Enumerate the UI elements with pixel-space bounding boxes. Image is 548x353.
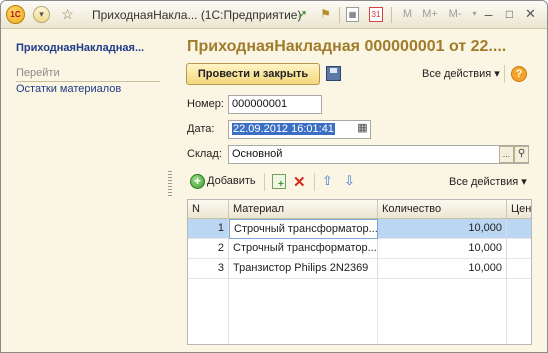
row-price[interactable] [507,259,531,279]
date-value: 22.09.2012 16:01:41 [232,123,335,135]
toolbar-separator [504,65,505,83]
row-quantity[interactable]: 10,000 [378,259,507,279]
materials-table[interactable]: N Материал Количество Цен 1 Строчный тра… [187,199,532,345]
number-label: Номер: [187,98,224,110]
memory-plus-button[interactable]: M+ [419,6,441,23]
move-up-icon[interactable]: ⇧ [322,173,333,189]
1c-logo-icon[interactable]: 1С [6,5,25,24]
add-button[interactable]: Добавить [207,175,256,187]
column-divider [228,279,229,344]
row-price[interactable] [507,219,531,239]
table-row[interactable]: 1 Строчный трансформатор... 10,000 [188,219,531,239]
column-header-price[interactable]: Цен [507,200,531,219]
warehouse-field[interactable]: Основной [228,145,529,164]
star-favorite-icon[interactable]: ☆ [59,6,76,23]
row-price[interactable] [507,239,531,259]
move-down-icon[interactable]: ⇩ [344,173,355,189]
row-material[interactable]: Строчный трансформатор... [229,239,378,259]
title-bar: 1С ▾ ☆ ПриходнаяНакла... (1С:Предприятие… [1,1,547,29]
row-number: 3 [188,259,229,279]
navigation-panel: ПриходнаяНакладная... Перейти Остатки ма… [1,29,166,352]
link-icon[interactable]: ➚ [294,6,311,23]
table-header: N Материал Количество Цен [188,200,531,219]
dropdown-menu-icon[interactable]: ▾ [33,6,50,23]
search-icon[interactable]: ⚲ [514,146,529,163]
delete-icon[interactable]: ✕ [293,173,306,191]
column-divider [506,279,507,344]
row-material[interactable]: Транзистор Philips 2N2369 [229,259,378,279]
help-icon[interactable]: ? [511,66,527,82]
toolbar-separator [264,173,265,191]
row-quantity[interactable]: 10,000 [378,219,507,239]
column-header-n[interactable]: N [188,200,229,219]
toolbar-separator [391,7,392,23]
calendar-icon[interactable]: 31 [369,7,383,22]
toolbar-separator [314,173,315,191]
copy-row-icon[interactable] [272,174,286,190]
calculator-icon[interactable]: ▦ [346,7,359,22]
save-icon[interactable] [326,66,341,81]
post-and-close-button[interactable]: Провести и закрыть [186,63,320,85]
table-all-actions-menu[interactable]: Все действия ▾ [449,175,527,188]
calendar-picker-icon[interactable]: ▦ [355,121,370,138]
nav-section-goto: Перейти [16,67,160,82]
memory-button[interactable]: M [399,6,416,23]
panel-splitter[interactable] [168,171,172,197]
select-ellipsis-button[interactable]: ... [499,146,514,163]
add-icon[interactable]: + [190,174,205,189]
column-divider [377,279,378,344]
window-title: ПриходнаяНакла... (1С:Предприятие) [92,8,302,22]
all-actions-menu[interactable]: Все действия ▾ [422,67,500,80]
row-number: 2 [188,239,229,259]
toolbar-separator [339,7,340,23]
row-quantity[interactable]: 10,000 [378,239,507,259]
nav-panel-title: ПриходнаяНакладная... [16,42,145,54]
column-header-quantity[interactable]: Количество [378,200,507,219]
maximize-icon[interactable]: □ [501,6,518,23]
form-title: ПриходнаяНакладная 000000001 от 22.... [187,38,507,55]
app-window: 1С ▾ ☆ ПриходнаяНакла... (1С:Предприятие… [0,0,548,353]
row-material[interactable]: Строчный трансформатор... [229,219,378,239]
column-header-material[interactable]: Материал [229,200,378,219]
date-label: Дата: [187,123,215,135]
date-field[interactable]: 22.09.2012 16:01:41 [228,120,371,139]
memory-minus-button[interactable]: M- [445,6,465,23]
warehouse-label: Склад: [187,148,222,160]
row-number: 1 [188,219,229,239]
table-row[interactable]: 3 Транзистор Philips 2N2369 10,000 [188,259,531,279]
close-icon[interactable]: ✕ [522,6,539,23]
minimize-icon[interactable]: – [480,6,497,23]
number-field[interactable]: 000000001 [228,95,322,114]
bookmark-icon[interactable]: ⚑ [317,6,334,23]
table-row[interactable]: 2 Строчный трансформатор... 10,000 [188,239,531,259]
nav-link-material-balances[interactable]: Остатки материалов [16,83,121,95]
